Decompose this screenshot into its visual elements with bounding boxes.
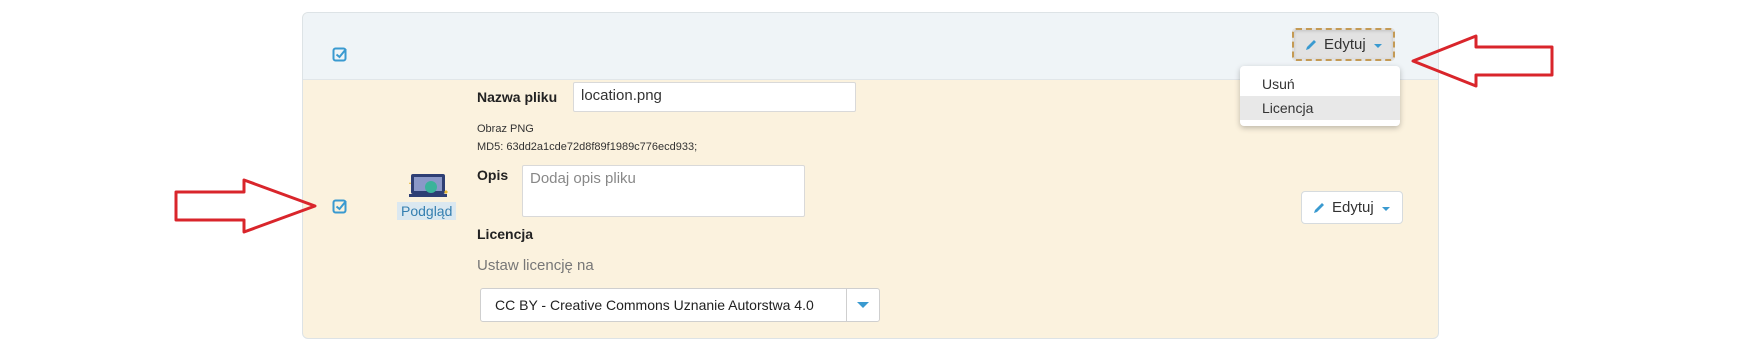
license-label: Licencja: [477, 226, 534, 242]
description-label: Opis: [477, 167, 509, 183]
preview-link[interactable]: Podgląd: [397, 202, 457, 220]
caret-down-icon: [1381, 206, 1390, 211]
file-type-text: Obraz PNG: [477, 123, 534, 135]
file-name-label: Nazwa pliku: [477, 89, 558, 105]
row-edit-label: Edytuj: [1332, 199, 1374, 216]
caret-down-icon: [1373, 43, 1382, 48]
checkbox-checked-icon[interactable]: [332, 46, 348, 62]
annotation-arrow-right: [174, 178, 317, 234]
file-name-value: location.png: [581, 87, 662, 104]
license-select[interactable]: CC BY - Creative Commons Uznanie Autorst…: [480, 288, 880, 322]
edit-dropdown-menu: Usuń Licencja: [1240, 66, 1400, 126]
pencil-icon: [1314, 202, 1324, 213]
header-edit-button[interactable]: Edytuj: [1292, 28, 1395, 61]
pencil-icon: [1306, 39, 1316, 50]
menu-item-delete[interactable]: Usuń: [1240, 72, 1400, 96]
license-select-value: CC BY - Creative Commons Uznanie Autorst…: [495, 297, 814, 313]
file-name-input[interactable]: location.png: [573, 82, 856, 112]
description-textarea[interactable]: Dodaj opis pliku: [522, 165, 805, 217]
license-hint: Ustaw licencję na: [477, 257, 594, 274]
annotation-arrow-left: [1411, 34, 1554, 88]
caret-down-icon: [857, 302, 869, 308]
image-thumbnail-icon: [409, 174, 448, 197]
checkbox-checked-icon[interactable]: [332, 198, 348, 214]
file-thumbnail[interactable]: Podgląd: [393, 172, 463, 224]
header-edit-label: Edytuj: [1324, 36, 1366, 53]
description-placeholder: Dodaj opis pliku: [530, 170, 636, 187]
license-select-toggle[interactable]: [846, 289, 879, 321]
row-edit-button[interactable]: Edytuj: [1301, 191, 1403, 224]
file-md5-text: MD5: 63dd2a1cde72d8f89f1989c776ecd933;: [477, 141, 698, 153]
menu-item-license[interactable]: Licencja: [1240, 96, 1400, 120]
